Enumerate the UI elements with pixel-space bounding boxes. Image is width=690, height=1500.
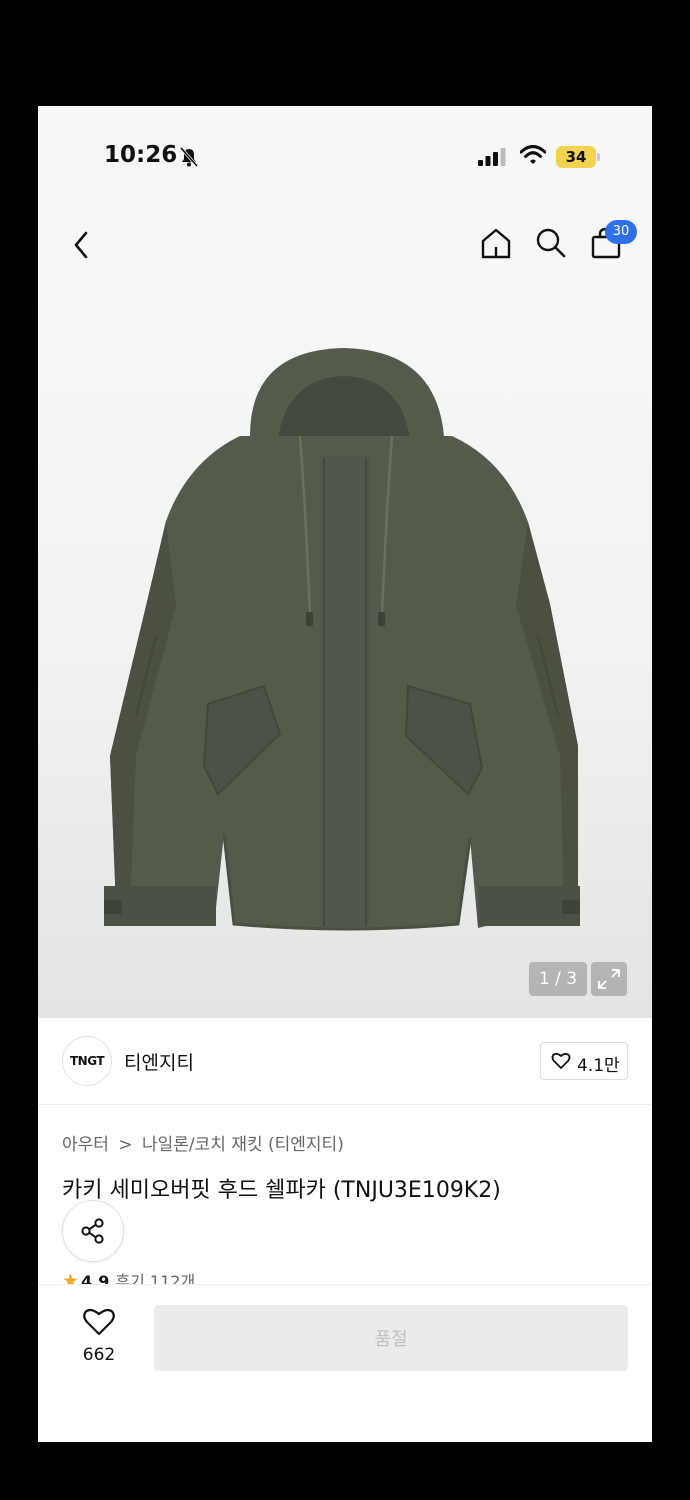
rating-row[interactable]: ★ 4.9 후기 112개 xyxy=(62,1268,195,1284)
expand-image-button[interactable] xyxy=(591,962,627,996)
sold-out-button: 품절 xyxy=(154,1305,628,1371)
home-icon[interactable] xyxy=(479,226,513,260)
cart-count-badge: 30 xyxy=(605,220,637,244)
breadcrumb-category[interactable]: 아우터 xyxy=(62,1135,109,1155)
status-bar: 10:26 34 xyxy=(38,106,652,206)
product-title: 카키 세미오버핏 후드 쉘파카 (TNJU3E109K2) xyxy=(62,1178,501,1203)
heart-icon xyxy=(83,1308,115,1336)
phone-screen: 10:26 34 30 1 / 3 TNGT 티엔지티 4.1만 아우터 > 나… xyxy=(38,106,652,1442)
breadcrumb-separator: > xyxy=(118,1135,133,1155)
battery-tip xyxy=(597,153,600,161)
brand-like-count: 4.1만 xyxy=(577,1056,620,1076)
bell-muted-icon xyxy=(179,147,199,167)
brand-logo[interactable]: TNGT xyxy=(62,1036,112,1086)
brand-name[interactable]: 티엔지티 xyxy=(124,1048,194,1075)
rating-score: 4.9 xyxy=(81,1272,110,1284)
breadcrumb: 아우터 > 나일론/코치 재킷 (티엔지티) xyxy=(62,1130,344,1155)
star-icon: ★ xyxy=(62,1270,80,1284)
wishlist-count: 662 xyxy=(82,1345,116,1365)
breadcrumb-subcategory[interactable]: 나일론/코치 재킷 (티엔지티) xyxy=(142,1135,344,1155)
share-icon xyxy=(81,1218,104,1244)
heart-icon xyxy=(551,1052,571,1069)
cellular-signal-icon xyxy=(478,148,506,166)
back-icon[interactable] xyxy=(72,230,92,260)
status-time: 10:26 xyxy=(104,142,178,168)
bottom-action-bar: 662 품절 xyxy=(38,1284,652,1442)
brand-row: TNGT 티엔지티 4.1만 xyxy=(38,1018,652,1105)
review-count: 후기 112개 xyxy=(115,1272,196,1284)
wifi-icon xyxy=(520,145,546,164)
wishlist-button[interactable]: 662 xyxy=(74,1307,124,1367)
battery-level: 34 xyxy=(556,146,596,168)
image-counter: 1 / 3 xyxy=(529,962,587,996)
search-icon[interactable] xyxy=(534,226,568,260)
product-image-carousel[interactable] xyxy=(38,286,652,1018)
product-photo xyxy=(104,348,580,931)
expand-icon xyxy=(598,969,620,989)
top-nav-bar xyxy=(38,206,652,286)
brand-like-button[interactable]: 4.1만 xyxy=(540,1042,628,1080)
share-button[interactable] xyxy=(62,1200,124,1262)
